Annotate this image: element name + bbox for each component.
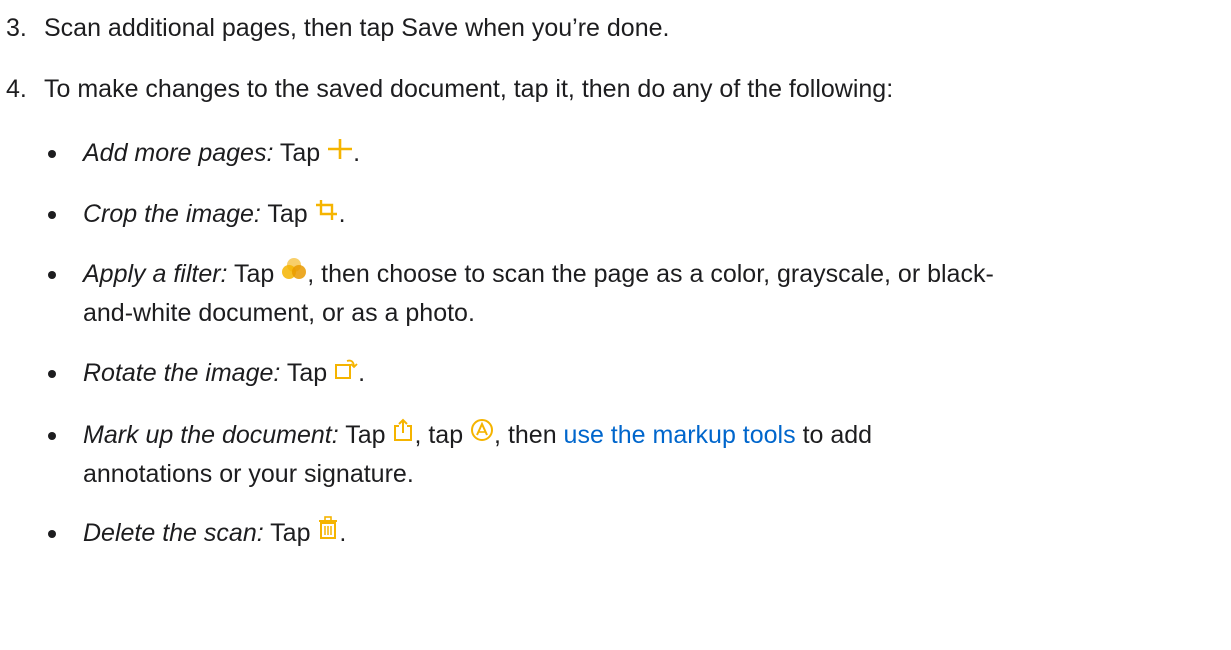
item-label: Apply a filter: bbox=[83, 260, 228, 288]
item-text: . bbox=[339, 519, 347, 547]
bullet-dot bbox=[48, 432, 56, 440]
item-text: Tap bbox=[280, 359, 335, 387]
markup-tools-link[interactable]: use the markup tools bbox=[564, 421, 796, 449]
bullet-dot bbox=[48, 370, 56, 378]
item-label: Delete the scan: bbox=[83, 519, 264, 547]
item-text: Tap bbox=[260, 200, 315, 228]
item-text: Tap bbox=[273, 139, 328, 167]
item-label: Mark up the document: bbox=[83, 421, 339, 449]
item-text: to add bbox=[795, 421, 873, 449]
list-item-markup: Mark up the document: Tap , tap , then u… bbox=[0, 416, 1231, 493]
list-item-filter: Apply a filter: Tap , then choose to sca… bbox=[0, 255, 1231, 332]
item-text: , then choose to scan the page as a colo… bbox=[307, 260, 994, 288]
step-number: 4. bbox=[6, 75, 27, 103]
item-label: Rotate the image: bbox=[83, 359, 281, 387]
plus-icon bbox=[327, 133, 353, 171]
rotate-icon bbox=[334, 353, 358, 391]
item-text: Tap bbox=[227, 260, 282, 288]
list-item-crop: Crop the image: Tap . bbox=[0, 195, 1231, 234]
filter-icon bbox=[281, 254, 307, 292]
crop-icon bbox=[315, 194, 339, 232]
item-text-continued: and-white document, or as a photo. bbox=[83, 299, 475, 328]
item-text: . bbox=[353, 139, 361, 167]
step-3: 3. Scan additional pages, then tap Save … bbox=[6, 9, 1231, 47]
bullet-dot bbox=[48, 211, 56, 219]
step-text: To make changes to the saved document, t… bbox=[44, 75, 894, 103]
item-text: , tap bbox=[414, 421, 471, 449]
item-text: , then bbox=[494, 421, 564, 449]
item-text: . bbox=[338, 200, 346, 228]
item-label: Add more pages: bbox=[83, 139, 274, 167]
bullet-dot bbox=[48, 150, 56, 158]
item-text: Tap bbox=[263, 519, 318, 547]
list-item-add-pages: Add more pages: Tap . bbox=[0, 134, 1231, 173]
trash-icon bbox=[317, 513, 339, 551]
list-item-delete: Delete the scan: Tap . bbox=[0, 514, 1231, 553]
item-text: . bbox=[358, 359, 366, 387]
bullet-dot bbox=[48, 271, 56, 279]
step-4: 4. To make changes to the saved document… bbox=[6, 70, 1231, 108]
bullet-dot bbox=[48, 530, 56, 538]
item-label: Crop the image: bbox=[83, 200, 261, 228]
item-text: Tap bbox=[338, 421, 393, 449]
step-number: 3. bbox=[6, 14, 27, 42]
step-text: Scan additional pages, then tap Save whe… bbox=[44, 14, 670, 42]
markup-icon bbox=[470, 415, 494, 453]
list-item-rotate: Rotate the image: Tap . bbox=[0, 354, 1231, 393]
item-text-continued: annotations or your signature. bbox=[83, 460, 414, 489]
document-page: 3. Scan additional pages, then tap Save … bbox=[0, 0, 1231, 650]
share-icon bbox=[392, 415, 414, 453]
